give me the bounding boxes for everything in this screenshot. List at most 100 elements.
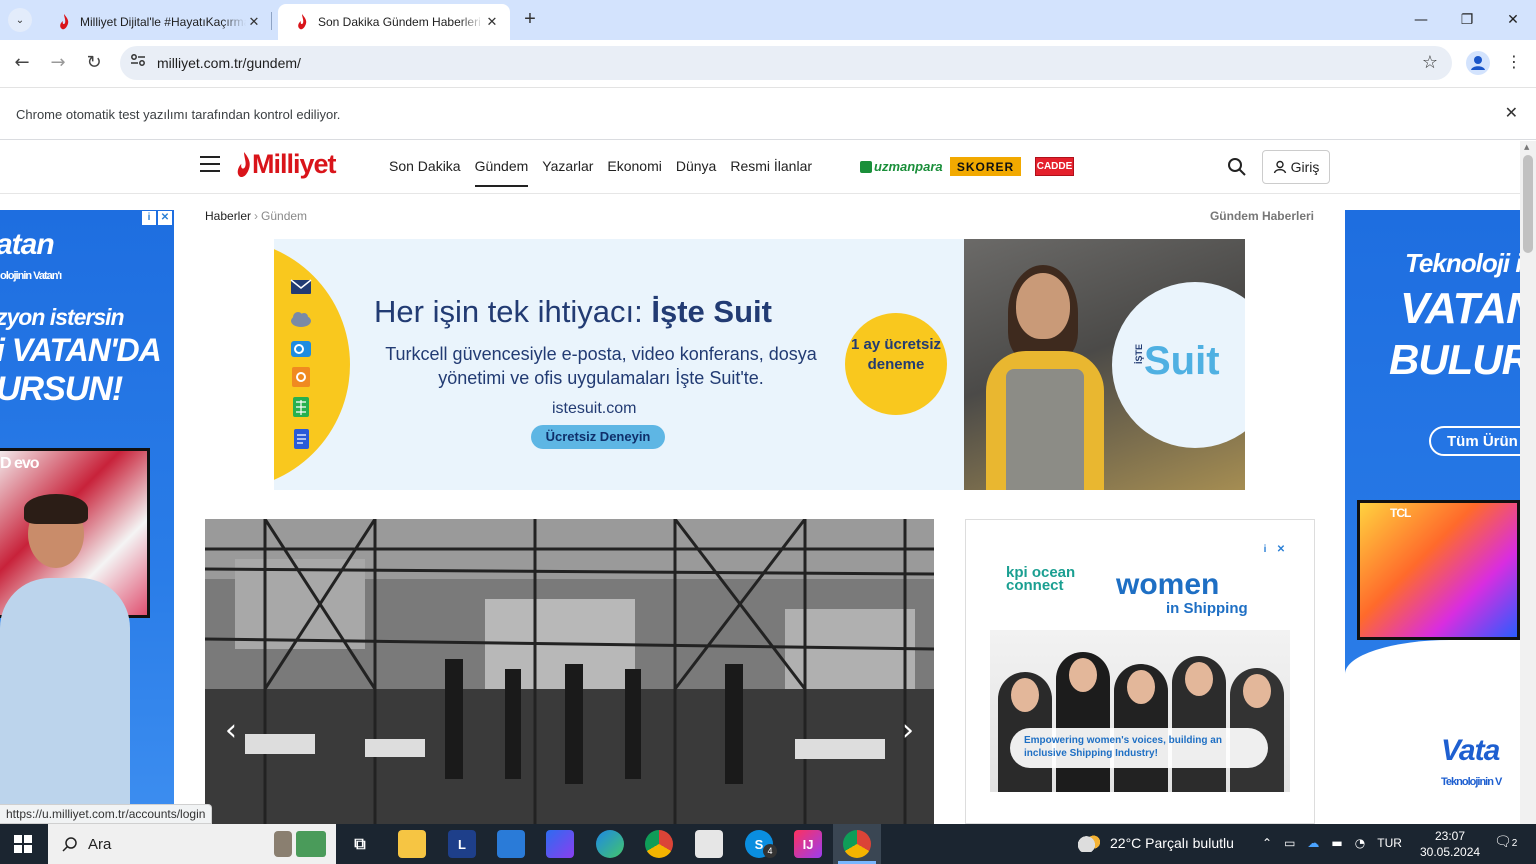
iste-suit-banner-ad[interactable]: Her işin tek ihtiyacı: İşte Suit Turkcel… bbox=[274, 239, 1245, 490]
vatan-right-ad[interactable]: Teknoloji is VATAN BULURS Tüm Ürün TCL V… bbox=[1345, 210, 1520, 810]
woman-apron bbox=[1006, 369, 1084, 490]
close-infobar-icon[interactable]: ✕ bbox=[1505, 103, 1518, 122]
bookmark-star-icon[interactable]: ☆ bbox=[1422, 52, 1438, 73]
ad-info-icon[interactable]: i bbox=[1258, 543, 1272, 557]
show-hidden-icons-icon[interactable]: ⌃ bbox=[1262, 836, 1272, 850]
chrome-active-icon[interactable] bbox=[843, 830, 871, 858]
forward-icon[interactable]: → bbox=[45, 50, 71, 76]
back-icon[interactable]: ← bbox=[9, 50, 35, 76]
headline-text: Her işin tek ihtiyacı: bbox=[374, 294, 652, 329]
l-app-icon[interactable]: L bbox=[448, 830, 476, 858]
ad-close-icon[interactable]: ✕ bbox=[1274, 543, 1288, 557]
site-info-icon[interactable] bbox=[128, 53, 148, 73]
file-explorer-icon[interactable] bbox=[398, 830, 426, 858]
scroll-up-icon[interactable]: ▲ bbox=[1524, 143, 1529, 151]
mail-icon[interactable] bbox=[497, 830, 525, 858]
windows-taskbar: Ara ⧉ L S 4 IJ 22°C Parçalı bulutlu ⌃ ▭ … bbox=[0, 824, 1536, 864]
nav-yazarlar[interactable]: Yazarlar bbox=[542, 158, 593, 187]
spreadsheet-icon bbox=[293, 397, 309, 417]
nav-resmi-ilanlar[interactable]: Resmi İlanlar bbox=[730, 158, 812, 187]
ad-line-3: BULURS bbox=[1389, 336, 1520, 383]
women-in-shipping-ad[interactable]: i ✕ kpi ocean connect women in Shipping E… bbox=[990, 542, 1290, 792]
store-icon[interactable] bbox=[695, 830, 723, 858]
cadde-link[interactable]: CADDE bbox=[1035, 157, 1074, 176]
task-view-icon[interactable]: ⧉ bbox=[346, 830, 374, 858]
onedrive-icon[interactable]: ☁ bbox=[1307, 836, 1319, 850]
slider-prev-icon[interactable]: ‹ bbox=[219, 711, 243, 751]
nav-son-dakika[interactable]: Son Dakika bbox=[389, 158, 461, 187]
tab-milliyet-dijital[interactable]: Milliyet Dijital'le #HayatıKaçırma ✕ bbox=[40, 4, 272, 40]
ad-info-icon[interactable]: i bbox=[142, 211, 156, 225]
notification-center-icon[interactable]: 🗨︎2 bbox=[1494, 834, 1517, 850]
weather-text: 22°C Parçalı bulutlu bbox=[1110, 835, 1234, 851]
milliyet-favicon-icon bbox=[56, 14, 72, 30]
milliyet-logo[interactable]: Milliyet bbox=[236, 149, 337, 180]
substation-image bbox=[205, 519, 934, 824]
tab-search-button[interactable]: ⌄ bbox=[8, 8, 32, 32]
weather-widget[interactable]: 22°C Parçalı bulutlu bbox=[1078, 834, 1234, 852]
milliyet-favicon-icon bbox=[294, 14, 310, 30]
reload-icon[interactable]: ↻ bbox=[81, 50, 107, 76]
person bbox=[1056, 652, 1110, 792]
address-bar[interactable]: milliyet.com.tr/gundem/ ☆ bbox=[120, 46, 1452, 80]
slider-next-icon[interactable]: › bbox=[896, 711, 920, 751]
nav-gundem[interactable]: Gündem bbox=[474, 158, 529, 187]
free-trial-button[interactable]: Ücretsiz Deneyin bbox=[531, 425, 665, 449]
copilot-icon[interactable] bbox=[546, 830, 574, 858]
login-button[interactable]: Giriş bbox=[1262, 150, 1330, 184]
nav-ekonomi[interactable]: Ekonomi bbox=[607, 158, 661, 187]
ad-close-icon[interactable]: ✕ bbox=[158, 211, 172, 225]
news-slider[interactable]: ‹ › bbox=[205, 519, 934, 824]
hamburger-menu-icon[interactable] bbox=[200, 156, 220, 174]
taskbar-search[interactable]: Ara bbox=[48, 824, 336, 864]
restore-icon[interactable]: ❐ bbox=[1444, 0, 1490, 40]
shipping-subtitle: in Shipping bbox=[1166, 600, 1248, 617]
meet-now-icon[interactable]: ▭ bbox=[1284, 836, 1295, 850]
document-icon bbox=[294, 429, 309, 449]
woman-face bbox=[1016, 273, 1070, 339]
uzmanpara-link[interactable]: uzmanpara bbox=[860, 157, 943, 176]
close-window-icon[interactable]: ✕ bbox=[1490, 0, 1536, 40]
battery-icon[interactable]: ▬ bbox=[1331, 836, 1342, 850]
ad-choices[interactable]: i ✕ bbox=[142, 211, 172, 225]
new-tab-button[interactable]: + bbox=[518, 8, 542, 32]
taskbar-clock[interactable]: 23:07 30.05.2024 bbox=[1420, 828, 1480, 860]
banner-headline: Her işin tek ihtiyacı: İşte Suit bbox=[374, 294, 772, 330]
windows-start-icon[interactable] bbox=[14, 835, 32, 853]
ad-line-2: VATAN bbox=[1400, 284, 1520, 333]
browser-menu-icon[interactable]: ⋮ bbox=[1506, 52, 1522, 71]
minimize-icon[interactable]: — bbox=[1398, 0, 1444, 40]
chrome-icon[interactable] bbox=[645, 830, 673, 858]
close-tab-icon[interactable]: ✕ bbox=[484, 15, 500, 30]
page-scrollbar[interactable]: ▲ bbox=[1520, 141, 1536, 824]
uzmanpara-label: uzmanpara bbox=[874, 159, 943, 174]
video-icon bbox=[291, 341, 311, 357]
language-indicator[interactable]: TUR bbox=[1377, 836, 1402, 850]
edge-icon[interactable] bbox=[596, 830, 624, 858]
intellij-icon[interactable]: IJ bbox=[794, 830, 822, 858]
scroll-thumb[interactable] bbox=[1523, 155, 1533, 253]
skype-badge: 4 bbox=[763, 844, 777, 858]
tab-title: Milliyet Dijital'le #HayatıKaçırma bbox=[80, 15, 246, 29]
free-month-badge: 1 ay ücretsiz deneme bbox=[845, 313, 947, 415]
main-navigation: Son Dakika Gündem Yazarlar Ekonomi Dünya… bbox=[389, 158, 812, 187]
skorer-link[interactable]: SKORER bbox=[950, 157, 1021, 176]
profile-avatar-icon[interactable] bbox=[1466, 51, 1490, 75]
headline-brand: İşte Suit bbox=[651, 294, 772, 329]
link-status-bubble: https://u.milliyet.com.tr/accounts/login bbox=[0, 804, 213, 824]
ad-choices[interactable]: i ✕ bbox=[1258, 543, 1288, 557]
ad-line-2: i VATAN'DA bbox=[0, 332, 162, 368]
vatan-left-ad[interactable]: i ✕ atan olojinin Vatan'ı zyon istersin i… bbox=[0, 210, 174, 824]
infobar-message: Chrome otomatik test yazılımı tarafından… bbox=[16, 107, 341, 122]
chart-app-icon bbox=[292, 367, 310, 387]
wifi-icon[interactable]: ◔ bbox=[1355, 836, 1365, 850]
tab-strip: ⌄ Milliyet Dijital'le #HayatıKaçırma ✕ S… bbox=[0, 0, 1536, 40]
cloud-sun-icon bbox=[1078, 834, 1102, 852]
close-tab-icon[interactable]: ✕ bbox=[246, 15, 262, 30]
search-highlight-icon bbox=[274, 831, 326, 857]
nav-dunya[interactable]: Dünya bbox=[676, 158, 716, 187]
breadcrumb-home[interactable]: Haberler bbox=[205, 209, 251, 223]
all-products-button[interactable]: Tüm Ürün bbox=[1429, 426, 1520, 456]
search-icon[interactable] bbox=[1227, 157, 1247, 177]
tab-son-dakika[interactable]: Son Dakika Gündem Haberleri ✕ bbox=[278, 4, 510, 40]
